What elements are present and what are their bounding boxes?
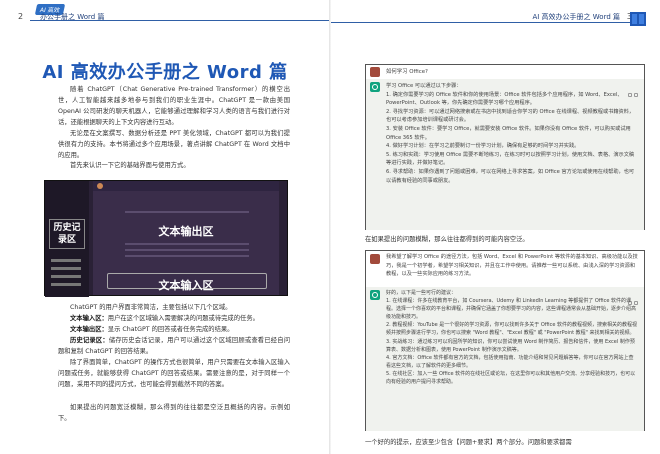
chapter-title: AI 高效办公手册之 Word 篇 <box>42 62 288 83</box>
right-page: AI 高效办公手册之 Word 篇 3 如何学习 Office? 学习 Offi… <box>331 0 660 454</box>
user-message: 如何学习 Office? <box>366 65 644 79</box>
book-spread: 2 AI 高效 办公手册之 Word 篇 AI 高效办公手册之 Word 篇 随… <box>0 0 660 454</box>
answer-item: 1. 确定你需要学习的 Office 软件和你的使用场景：Office 软件包括… <box>386 91 623 107</box>
user-question: 如何学习 Office? <box>386 69 428 75</box>
user-avatar-icon <box>370 254 380 264</box>
ai-answer: 学习 Office 可以通过以下步骤： 1. 确定你需要学习的 Office 软… <box>386 82 638 185</box>
answer-item: 5. 在线社区：加入一些 Office 软件的在线社区或论坛，在这里你可以和其他… <box>386 370 636 386</box>
user-question: 我希望了解学习 Office 的途径方法，包括 Word、Excel 和 Pow… <box>386 254 638 278</box>
paragraph-6: 如果提出的问题宽泛模糊，那么得到的往往都是空泛且概括的内容。示例如下。 <box>58 404 290 422</box>
placeholder-line <box>125 211 249 213</box>
left-page: 2 AI 高效 办公手册之 Word 篇 AI 高效办公手册之 Word 篇 随… <box>0 0 330 454</box>
left-page-header: 2 AI 高效 办公手册之 Word 篇 <box>0 0 330 24</box>
avatar <box>97 183 103 189</box>
list-item: 历史记录区：储存历史会话记录，用户可以通过这个区域回顾或查看已经自问题和复制 C… <box>58 335 290 357</box>
user-avatar-icon <box>370 67 380 77</box>
history-item <box>51 259 81 262</box>
answer-intro: 学习 Office 可以通过以下步骤： <box>386 83 462 89</box>
running-title: 办公手册之 Word 篇 <box>40 13 105 21</box>
chatgpt-logo-icon <box>370 290 380 300</box>
answer-item: 2. 寻找学习资源：可以通过网络搜索或在书店中找到适合你学习的 Office 在… <box>386 108 635 124</box>
paragraph-2: 无论是在文案撰写、数据分析还是 PPT 美化领域，ChatGPT 都可以为我们提… <box>58 130 290 159</box>
list-item: 文本输入区：用户在这个区域输入需要解决的问题或待完成的任务。 <box>58 313 290 324</box>
intro-paragraph: 随着 ChatGPT（Chat Generative Pre-trained T… <box>58 86 290 126</box>
chatgpt-interface-screenshot: 历史记录区 文本输出区 文本输入区 <box>44 180 288 297</box>
chat-example-1: 如何学习 Office? 学习 Office 可以通过以下步骤： 1. 确定你需… <box>365 64 645 230</box>
answer-item: 5. 练习和实践：学习使用 Office 需要不断地练习，在练习时可以按照学习计… <box>386 151 635 167</box>
item-term: 文本输入区： <box>70 315 108 322</box>
item-term: 文本输出区： <box>70 326 108 333</box>
chat-top-strip <box>93 181 279 191</box>
middle-text: 在如果提出的问题模糊，那么往往都得到的可能内容空泛。 <box>365 236 529 243</box>
bottom-text: 一个好的的提示，应该至少包含【问题+要求】两个部分。问题和要求都需 <box>365 439 572 446</box>
answer-item: 2. 教程视频：YouTube 是一个很好的学习资源，你可以找到许多关于 Off… <box>386 322 638 337</box>
item-desc: 显示 ChatGPT 的回答或者任务完成的结果。 <box>107 326 234 333</box>
history-item <box>51 283 81 286</box>
answer-item: 4. 做好学习计划：在学习之前要制订一份学习计划，确保有足够的时间学习并实践。 <box>386 143 580 150</box>
placeholder-line <box>125 249 249 251</box>
chatgpt-logo-icon <box>370 82 380 92</box>
running-title: AI 高效办公手册之 Word 篇 <box>532 13 620 21</box>
header-rule <box>331 22 631 23</box>
placeholder-line <box>125 243 249 245</box>
book-icon <box>630 12 646 26</box>
answer-item: 4. 官方文档：Office 软件都有官方的文档，包括使用指南、功能介绍和常见问… <box>386 354 634 369</box>
item-desc: 用户在这个区域输入需要解决的问题或待完成的任务。 <box>107 315 259 322</box>
paragraph-4: ChatGPT 的用户界面非常简洁，主要包括以下几个区域。 <box>70 304 232 311</box>
paragraph-5: 除了界面简单，ChatGPT 的操作方式也很简单，用户只需要在文本输入区输入问题… <box>58 359 290 388</box>
input-area-label: 文本输入区 <box>158 279 214 292</box>
history-item <box>51 267 81 270</box>
answer-intro: 好的，以下是一些可行的建议： <box>386 290 457 296</box>
answer-item: 3. 安装 Office 软件：要学习 Office，就需要安装 Office … <box>386 125 631 141</box>
ai-message: 学习 Office 可以通过以下步骤： 1. 确定你需要学习的 Office 软… <box>366 79 644 230</box>
answer-item: 3. 实战练习：通过练习可以巩固所学的知识，你可以尝试使用 Word 制作简历、… <box>386 338 635 353</box>
ai-message: 好的，以下是一些可行的建议： 1. 在线课程：许多在线教育平台，如 Course… <box>366 287 644 431</box>
page-number: 2 <box>18 12 24 21</box>
paragraph-3: 首先来认识一下它的基础界面与使用方式。 <box>70 162 190 169</box>
item-term: 历史记录区： <box>70 337 109 344</box>
ai-answer: 好的，以下是一些可行的建议： 1. 在线课程：许多在线教育平台，如 Course… <box>386 289 638 386</box>
answer-item: 6. 寻求帮助：如果你遇到了问题或困难，可以在网络上寻求答案，如 Office … <box>386 168 635 184</box>
history-item <box>51 275 81 278</box>
answer-item: 1. 在线课程：许多在线教育平台，如 Coursera、Udemy 和 Link… <box>386 298 637 321</box>
chat-example-2: 我希望了解学习 Office 的途径方法，包括 Word、Excel 和 Pow… <box>365 250 645 431</box>
user-message: 我希望了解学习 Office 的途径方法，包括 Word、Excel 和 Pow… <box>366 251 644 287</box>
output-area-label: 文本输出区 <box>158 225 214 238</box>
placeholder-line <box>125 255 249 257</box>
history-area-label: 历史记录区 <box>49 219 85 249</box>
list-item: 文本输出区：显示 ChatGPT 的回答或者任务完成的结果。 <box>58 324 290 335</box>
